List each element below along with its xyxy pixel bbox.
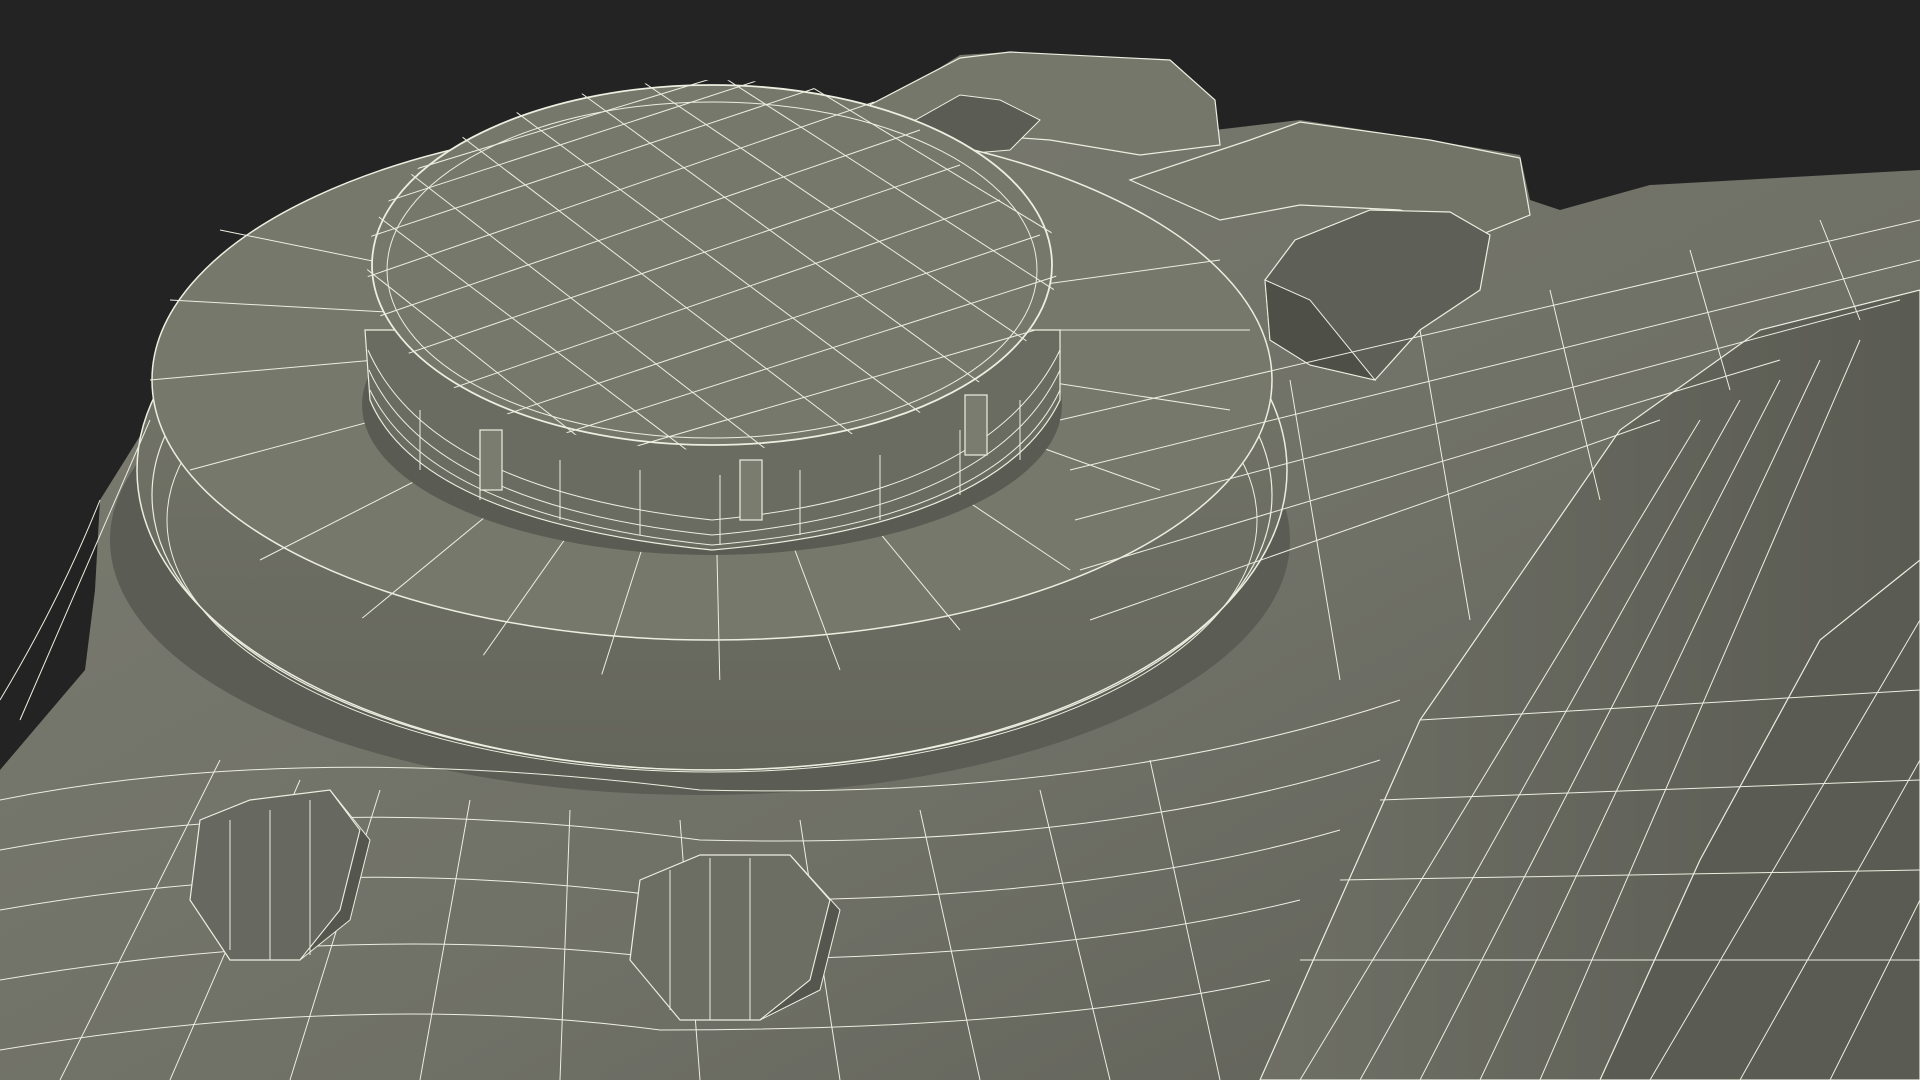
3d-viewport[interactable] xyxy=(0,0,1920,1080)
cap-lug xyxy=(964,394,988,456)
cap-lug xyxy=(739,459,763,521)
cap-lug xyxy=(479,429,503,491)
wireframe-render xyxy=(0,0,1920,1080)
